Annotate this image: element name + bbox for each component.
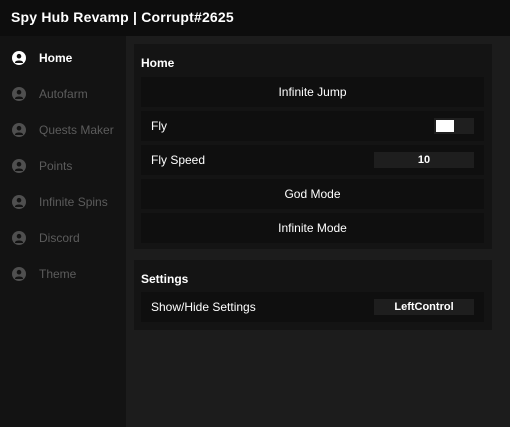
user-icon [12, 231, 26, 245]
fly-toggle[interactable] [434, 118, 474, 134]
show-hide-settings-label: Show/Hide Settings [151, 300, 256, 314]
sidebar-item-points[interactable]: Points [0, 149, 126, 185]
infinite-mode-button[interactable]: Infinite Mode [141, 213, 484, 243]
sidebar: Home Autofarm Quests Maker Points Infini… [0, 36, 126, 427]
fly-toggle-row: Fly [141, 111, 484, 141]
user-icon [12, 87, 26, 101]
sidebar-item-label: Quests Maker [39, 123, 114, 137]
toggle-knob [436, 120, 454, 132]
sidebar-item-label: Theme [39, 267, 77, 281]
settings-section: Settings Show/Hide Settings LeftControl [134, 260, 492, 330]
sidebar-item-label: Points [39, 159, 73, 173]
sidebar-item-discord[interactable]: Discord [0, 221, 126, 257]
window-title: Spy Hub Revamp | Corrupt#2625 [11, 9, 234, 25]
button-label: Infinite Mode [278, 221, 347, 235]
show-hide-settings-row: Show/Hide Settings LeftControl [141, 292, 484, 322]
sidebar-item-theme[interactable]: Theme [0, 257, 126, 293]
section-title: Home [141, 56, 175, 70]
main-panel: Home Infinite Jump Fly Fly Speed 10 God … [126, 36, 510, 427]
home-section: Home Infinite Jump Fly Fly Speed 10 God … [134, 44, 492, 249]
sidebar-item-label: Infinite Spins [39, 195, 108, 209]
user-icon [12, 195, 26, 209]
sidebar-item-autofarm[interactable]: Autofarm [0, 77, 126, 113]
user-icon [12, 159, 26, 173]
button-label: God Mode [284, 187, 341, 201]
user-icon [12, 51, 26, 65]
user-icon [12, 123, 26, 137]
keybind-input[interactable]: LeftControl [374, 299, 474, 315]
infinite-jump-button[interactable]: Infinite Jump [141, 77, 484, 107]
title-bar[interactable]: Spy Hub Revamp | Corrupt#2625 [0, 0, 510, 36]
sidebar-item-label: Discord [39, 231, 80, 245]
sidebar-item-label: Autofarm [39, 87, 88, 101]
fly-speed-input[interactable]: 10 [374, 152, 474, 168]
fly-speed-label: Fly Speed [151, 153, 206, 167]
user-icon [12, 267, 26, 281]
sidebar-item-home[interactable]: Home [0, 41, 126, 77]
button-label: Infinite Jump [278, 85, 347, 99]
fly-label: Fly [151, 119, 167, 133]
fly-speed-row: Fly Speed 10 [141, 145, 484, 175]
section-title: Settings [141, 272, 189, 286]
sidebar-item-quests-maker[interactable]: Quests Maker [0, 113, 126, 149]
sidebar-item-infinite-spins[interactable]: Infinite Spins [0, 185, 126, 221]
sidebar-item-label: Home [39, 51, 73, 65]
god-mode-button[interactable]: God Mode [141, 179, 484, 209]
